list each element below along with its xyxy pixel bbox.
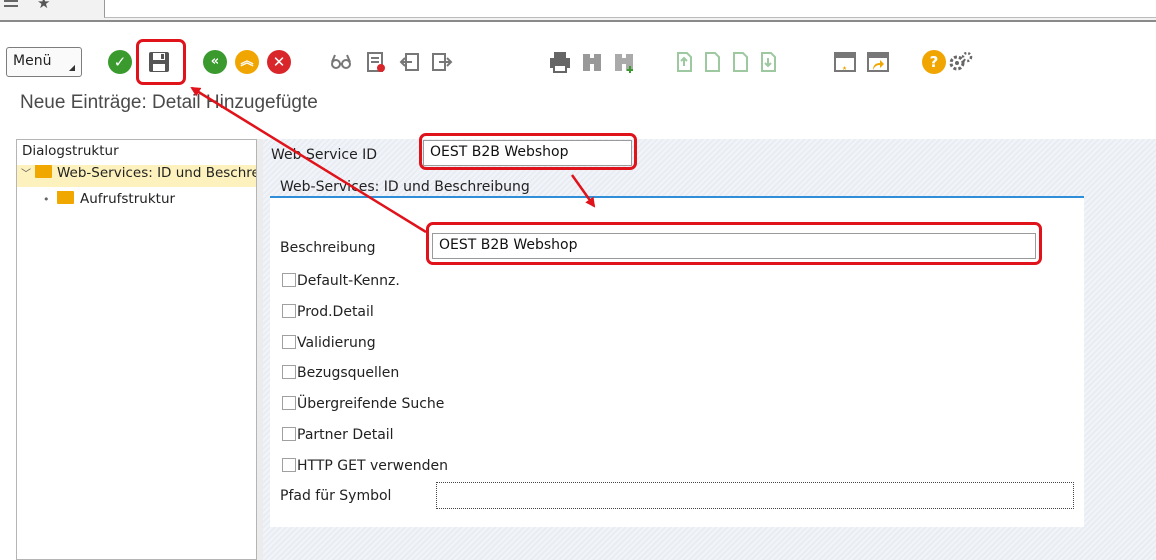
find-icon[interactable] bbox=[580, 50, 606, 76]
checkbox-default[interactable]: Default-Kennz. bbox=[282, 273, 400, 289]
tree-item-label: Aufrufstruktur bbox=[80, 191, 176, 207]
delete-icon[interactable] bbox=[364, 50, 390, 76]
prev-icon[interactable] bbox=[398, 50, 424, 76]
checkbox-label: Bezugsquellen bbox=[297, 365, 400, 381]
exit-icon[interactable]: ︽ bbox=[235, 50, 261, 76]
save-highlight-box bbox=[136, 39, 186, 85]
description-label: Beschreibung bbox=[280, 240, 376, 256]
checkbox-bezugsquellen[interactable]: Bezugsquellen bbox=[282, 365, 399, 381]
tree-item-web-services[interactable]: ﹀ Web-Services: ID und Beschreibung bbox=[17, 165, 256, 187]
tree-item-aufrufstruktur[interactable]: • Aufrufstruktur bbox=[17, 191, 256, 213]
favorites-star-icon[interactable]: ★ bbox=[37, 0, 50, 12]
menu-button-label: Menü bbox=[13, 53, 52, 69]
help-icon[interactable]: ? bbox=[922, 50, 948, 76]
checkbox-label: Übergreifende Suche bbox=[297, 396, 445, 412]
menu-button[interactable]: Menü ◢ bbox=[6, 47, 82, 77]
next-page-icon[interactable] bbox=[728, 50, 754, 76]
bullet-icon: • bbox=[43, 193, 50, 206]
checkbox-prod-detail[interactable]: Prod.Detail bbox=[282, 304, 374, 320]
group-title: Web-Services: ID und Beschreibung bbox=[280, 179, 530, 195]
checkbox-partner-detail[interactable]: Partner Detail bbox=[282, 427, 394, 443]
new-session-icon[interactable] bbox=[833, 50, 859, 76]
check-icon[interactable]: ✓ bbox=[108, 50, 134, 76]
service-id-highlight-box bbox=[419, 133, 637, 170]
prev-page-icon[interactable] bbox=[700, 50, 726, 76]
dialog-structure-tree: Dialogstruktur ﹀ Web-Services: ID und Bes… bbox=[16, 139, 257, 560]
symbol-path-label: Pfad für Symbol bbox=[280, 488, 392, 504]
checkbox-label: Partner Detail bbox=[297, 427, 394, 443]
print-icon[interactable] bbox=[548, 50, 574, 76]
toolbar: Menü ◢ ✓ « ︽ ✕ ? bbox=[0, 38, 1156, 85]
checkbox-validierung[interactable]: Validierung bbox=[282, 335, 376, 351]
page-title: Neue Einträge: Detail Hinzugefügte bbox=[20, 92, 318, 113]
checkbox-http-get[interactable]: HTTP GET verwenden bbox=[282, 458, 448, 474]
command-field[interactable] bbox=[104, 0, 1156, 18]
back-icon[interactable]: « bbox=[203, 50, 229, 76]
last-page-icon[interactable] bbox=[756, 50, 782, 76]
checkbox-label: Prod.Detail bbox=[297, 304, 374, 320]
checkbox-label: Default-Kennz. bbox=[297, 273, 400, 289]
next-icon[interactable] bbox=[430, 50, 456, 76]
first-page-icon[interactable] bbox=[672, 50, 698, 76]
checkbox-label: HTTP GET verwenden bbox=[297, 458, 448, 474]
menu-caret-icon: ◢ bbox=[68, 63, 75, 72]
shortcut-icon[interactable] bbox=[866, 50, 892, 76]
checkbox-box[interactable] bbox=[282, 396, 296, 410]
hamburger-icon[interactable] bbox=[4, 0, 18, 10]
settings-icon[interactable] bbox=[948, 50, 974, 76]
folder-open-icon bbox=[35, 165, 52, 178]
folder-icon bbox=[57, 191, 74, 204]
checkbox-label: Validierung bbox=[297, 335, 376, 351]
find-next-icon[interactable] bbox=[612, 50, 638, 76]
checkbox-box[interactable] bbox=[282, 365, 296, 379]
description-highlight-box bbox=[426, 222, 1042, 265]
checkbox-box[interactable] bbox=[282, 427, 296, 441]
command-strip: ★ bbox=[0, 0, 1156, 22]
checkbox-box[interactable] bbox=[282, 458, 296, 472]
tree-header: Dialogstruktur bbox=[22, 143, 119, 159]
symbol-path-field[interactable] bbox=[436, 482, 1074, 509]
checkbox-box[interactable] bbox=[282, 273, 296, 287]
checkbox-box[interactable] bbox=[282, 335, 296, 349]
cancel-icon[interactable]: ✕ bbox=[267, 50, 293, 76]
service-id-label: Web Service ID bbox=[271, 147, 378, 163]
checkbox-uebergreifende-suche[interactable]: Übergreifende Suche bbox=[282, 396, 444, 412]
checkbox-box[interactable] bbox=[282, 304, 296, 318]
chevron-down-icon[interactable]: ﹀ bbox=[21, 165, 35, 180]
tree-item-label: Web-Services: ID und Beschreibung bbox=[57, 165, 256, 181]
glasses-icon[interactable] bbox=[329, 50, 355, 76]
